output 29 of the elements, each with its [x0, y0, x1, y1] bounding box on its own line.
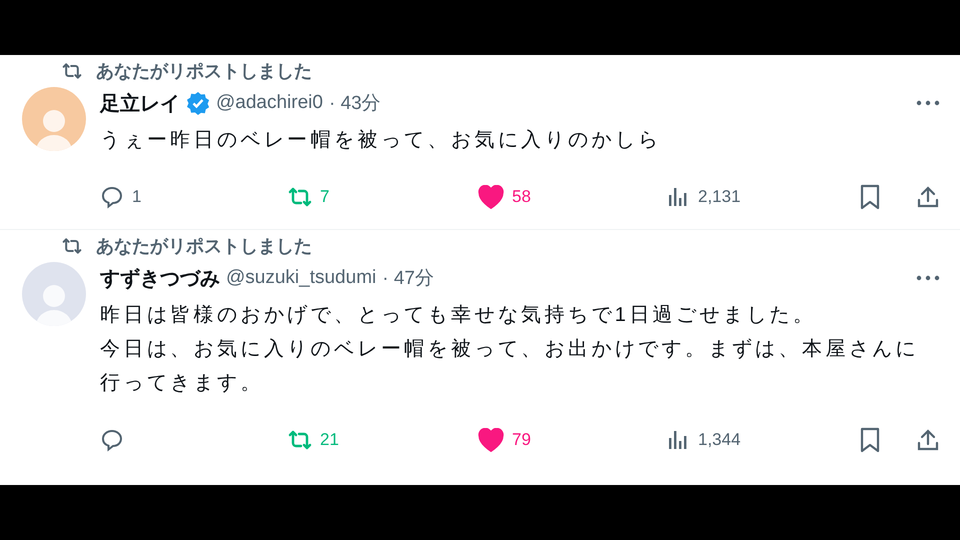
- repost-icon: [288, 185, 312, 209]
- reply-button[interactable]: 1: [100, 185, 288, 209]
- display-name[interactable]: 足立レイ: [100, 90, 180, 116]
- repost-notice: あなたがリポストしました: [96, 235, 312, 258]
- user-handle[interactable]: @suzuki_tsudumi: [226, 267, 376, 289]
- more-options-icon[interactable]: [916, 100, 940, 106]
- bookmark-icon[interactable]: [858, 184, 882, 210]
- like-button[interactable]: 79: [478, 428, 666, 452]
- post-text: 昨日は皆様のおかげで、とっても幸せな気持ちで1日過ごせました。 今日は、お気に入りのベレー帽を被って、お出かけです。まずは、本屋さんに行ってきます。: [100, 303, 920, 396]
- user-handle[interactable]: @adachirei0: [216, 92, 323, 114]
- views-button[interactable]: 2,131: [666, 185, 858, 209]
- post-time[interactable]: · 43分: [328, 90, 381, 116]
- repost-icon: [62, 236, 82, 256]
- post-text: うぇー昨日のベレー帽を被って、お気に入りのかしら: [100, 128, 663, 153]
- repost-notice: あなたがリポストしました: [96, 60, 312, 83]
- more-options-icon[interactable]: [916, 275, 940, 281]
- views-button[interactable]: 1,344: [666, 428, 858, 452]
- repost-icon: [288, 428, 312, 452]
- speech-bubble-icon: [100, 428, 124, 452]
- share-icon[interactable]: [916, 428, 940, 452]
- heart-icon: [478, 428, 504, 452]
- post-time[interactable]: · 47分: [382, 265, 434, 291]
- heart-icon: [478, 185, 504, 209]
- speech-bubble-icon: [100, 185, 124, 209]
- like-button[interactable]: 58: [478, 185, 666, 209]
- bookmark-icon[interactable]: [858, 427, 882, 453]
- share-icon[interactable]: [916, 185, 940, 209]
- repost-icon: [62, 61, 82, 81]
- display-name[interactable]: すずきつづみ: [100, 264, 220, 292]
